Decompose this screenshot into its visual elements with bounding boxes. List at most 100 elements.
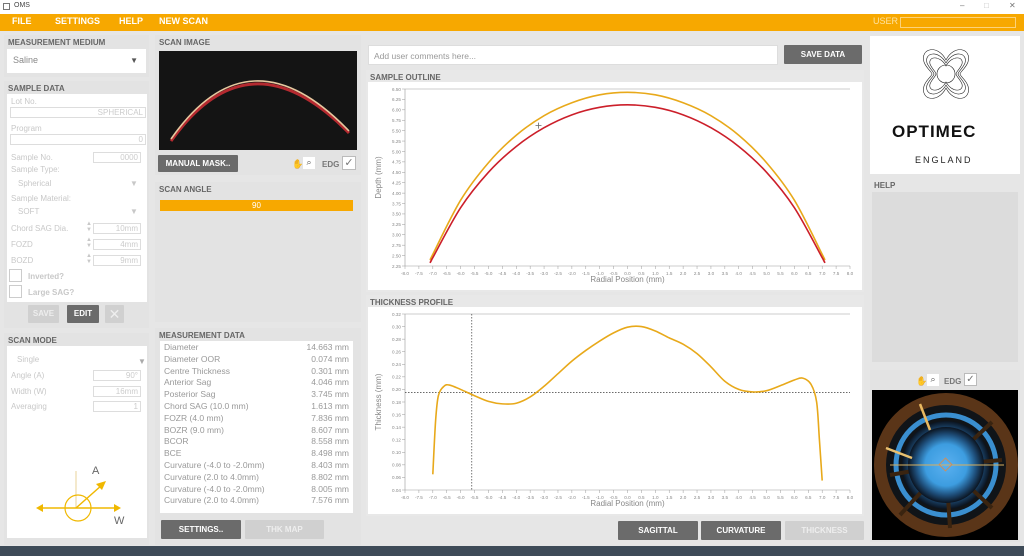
row-label: FOZR (4.0 mm): [164, 412, 224, 423]
sample-material-select[interactable]: SOFT: [18, 207, 39, 216]
scan-mode-select[interactable]: Single: [17, 355, 39, 364]
y-axis-label: Thickness (mm): [374, 373, 383, 430]
lot-no-label: Lot No.: [11, 97, 37, 106]
stepper-icon[interactable]: ▲ ▼: [86, 237, 92, 249]
thickness-button[interactable]: THICKNESS: [785, 521, 864, 540]
comments-input[interactable]: Add user comments here...: [368, 45, 778, 65]
zoom-icon[interactable]: ⌕: [927, 374, 939, 386]
menu-help[interactable]: HELP: [119, 16, 143, 26]
pan-icon[interactable]: ✋: [916, 376, 927, 387]
y-axis-label: Depth (mm): [374, 156, 383, 199]
width-label: Width (W): [11, 387, 47, 396]
y-tick-label: 4.75: [392, 160, 401, 165]
x-tick-label: 2.5: [694, 495, 701, 500]
y-tick-label: 0.12: [392, 438, 401, 443]
help-content: [872, 192, 1018, 362]
y-tick-label: 0.22: [392, 375, 401, 380]
close-button[interactable]: ✕: [1009, 1, 1016, 10]
chevron-down-icon: ▼: [130, 179, 138, 188]
scan-image-title: SCAN IMAGE: [159, 38, 211, 47]
row-label: Anterior Sag: [164, 377, 212, 388]
measurement-medium-panel: MEASUREMENT MEDIUM Saline ▼: [4, 35, 149, 77]
large-sag-checkbox[interactable]: [9, 285, 22, 298]
x-tick-label: -2.0: [568, 495, 576, 500]
row-value: 8.558 mm: [311, 436, 349, 447]
stepper-icon[interactable]: ▲ ▼: [86, 221, 92, 233]
app-icon: [3, 3, 10, 10]
maximize-button[interactable]: □: [984, 1, 989, 10]
row-value: 3.745 mm: [311, 389, 349, 400]
x-tick-label: -7.5: [415, 495, 423, 500]
x-tick-label: -5.0: [484, 495, 492, 500]
table-row: Curvature (-4.0 to -2.0mm) 8.005 mm: [160, 484, 353, 496]
row-label: Diameter: [164, 342, 199, 352]
zoom-icon[interactable]: ⌕: [303, 157, 315, 169]
sample-type-select[interactable]: Spherical: [18, 179, 51, 188]
save-button[interactable]: SAVE: [28, 305, 59, 323]
measurement-medium-select[interactable]: Saline ▼: [7, 49, 146, 73]
sample-outline-title: SAMPLE OUTLINE: [370, 73, 441, 82]
measurement-data-panel: MEASUREMENT DATA Diameter 14.663 mm Diamet…: [155, 328, 361, 545]
averaging-label: Averaging: [11, 402, 47, 411]
sagittal-button[interactable]: SAGITTAL: [618, 521, 698, 540]
y-tick-label: 3.75: [392, 201, 401, 206]
program-field[interactable]: 0: [10, 134, 146, 145]
inverted-label: Inverted?: [28, 272, 65, 281]
sample-no-field[interactable]: 0000: [93, 152, 141, 163]
row-label: BOZR (9.0 mm): [164, 424, 224, 435]
measurement-data-table: Diameter 14.663 mm Diameter OOR 0.074 mm Cen…: [160, 341, 353, 513]
x-tick-label: 7.5: [833, 271, 840, 276]
table-row: Diameter OOR 0.074 mm: [160, 354, 353, 366]
averaging-field[interactable]: 1: [93, 401, 141, 412]
edit-button[interactable]: EDIT: [67, 305, 99, 323]
chord-sag-field[interactable]: 10mm: [93, 223, 141, 234]
x-tick-label: -6.5: [443, 271, 451, 276]
menu-file[interactable]: FILE: [12, 16, 32, 26]
y-tick-label: 4.25: [392, 181, 401, 186]
x-tick-label: -1.5: [582, 495, 590, 500]
save-data-button[interactable]: SAVE DATA: [784, 45, 862, 64]
x-tick-label: -4.5: [498, 495, 506, 500]
x-tick-label: -2.0: [568, 271, 576, 276]
y-tick-label: 6.50: [392, 87, 401, 92]
row-value: 8.607 mm: [311, 424, 349, 435]
angle-label: Angle (A): [11, 371, 45, 380]
row-value: 8.802 mm: [311, 471, 349, 482]
lot-no-field[interactable]: SPHERICAL: [10, 107, 146, 118]
fozd-field[interactable]: 4mm: [93, 239, 141, 250]
angle-field[interactable]: 90°: [93, 370, 141, 381]
y-tick-label: 3.50: [392, 212, 401, 217]
close-icon[interactable]: ✕: [105, 305, 124, 323]
inverted-checkbox[interactable]: [9, 269, 22, 282]
thk-map-button[interactable]: THK MAP: [245, 520, 324, 539]
scan-angle-slider[interactable]: 90: [160, 200, 353, 211]
width-field[interactable]: 16mm: [93, 386, 141, 397]
minimize-button[interactable]: –: [960, 1, 964, 10]
edg-checkbox[interactable]: ✓: [964, 373, 977, 386]
y-tick-label: 6.25: [392, 97, 401, 102]
y-tick-label: 2.25: [392, 264, 401, 269]
x-tick-label: 1.5: [666, 495, 673, 500]
pan-icon[interactable]: ✋: [292, 159, 303, 170]
manual-mask-button[interactable]: MANUAL MASK..: [158, 155, 238, 172]
stepper-icon[interactable]: ▲ ▼: [86, 253, 92, 265]
row-label: Posterior Sag: [164, 389, 216, 400]
x-tick-label: -5.0: [484, 271, 492, 276]
curvature-button[interactable]: CURVATURE: [701, 521, 781, 540]
edg-checkbox[interactable]: ✓: [342, 156, 356, 170]
thickness-profile-chart: 0.04 0.06 0.08 0.10 0.12 0.14 0.16 0.18 0.20 0.22…: [368, 307, 862, 514]
chevron-down-icon: ▼: [130, 56, 138, 65]
user-input[interactable]: [900, 17, 1016, 28]
table-row: Diameter 14.663 mm: [160, 342, 353, 354]
row-label: Centre Thickness: [164, 365, 230, 376]
menu-new-scan[interactable]: NEW SCAN: [159, 16, 208, 26]
x-tick-label: -5.5: [471, 495, 479, 500]
row-label: Curvature (-4.0 to -2.0mm): [164, 483, 265, 494]
scan-image: [159, 51, 357, 150]
x-tick-label: 5.0: [763, 271, 770, 276]
brand-name: OPTIMEC: [892, 122, 977, 141]
menu-settings[interactable]: SETTINGS: [55, 16, 100, 26]
bozd-field[interactable]: 9mm: [93, 255, 141, 266]
y-tick-label: 0.06: [392, 475, 401, 480]
settings-button[interactable]: SETTINGS..: [161, 520, 241, 539]
